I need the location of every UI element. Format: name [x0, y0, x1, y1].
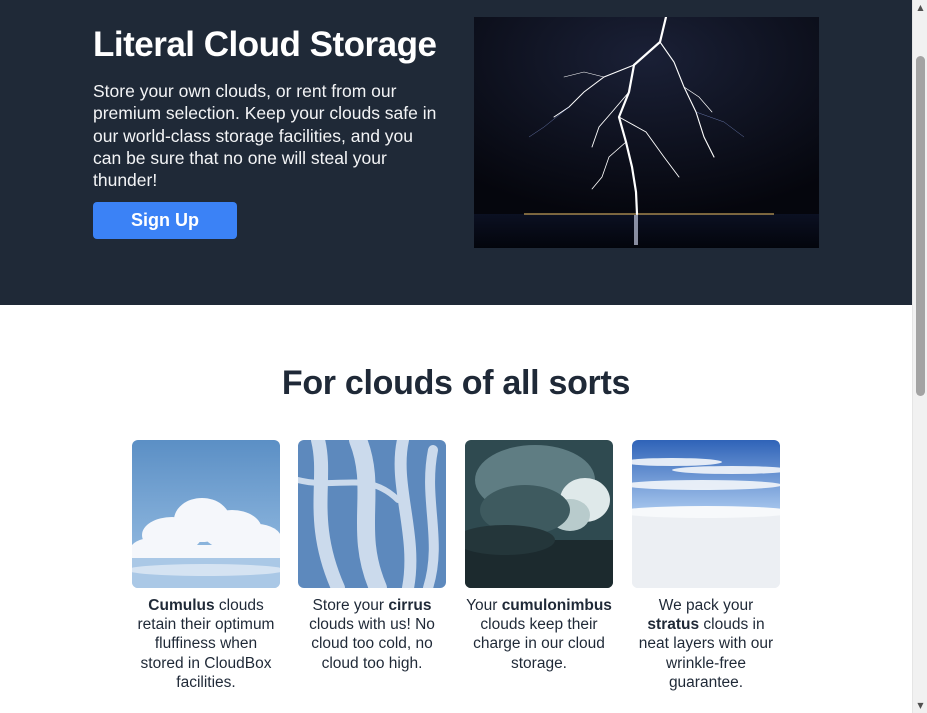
- card-stratus: We pack your stratus clouds in neat laye…: [632, 440, 780, 692]
- signup-button[interactable]: Sign Up: [93, 202, 237, 239]
- scroll-up-arrow-icon[interactable]: ▲: [913, 0, 927, 15]
- hero-section: Literal Cloud Storage Store your own clo…: [0, 0, 912, 305]
- card-stratus-text: We pack your stratus clouds in neat laye…: [638, 597, 774, 691]
- cirrus-clouds-image: [298, 440, 446, 588]
- card-cirrus: Store your cirrus clouds with us! No clo…: [298, 440, 446, 673]
- hero-title: Literal Cloud Storage: [93, 25, 437, 64]
- hero-image-lightning: [474, 17, 819, 248]
- cumulonimbus-clouds-image: [465, 440, 613, 588]
- hero-description: Store your own clouds, or rent from our …: [93, 81, 437, 191]
- scrollbar-thumb[interactable]: [916, 56, 925, 396]
- card-cumulonimbus-text: Your cumulonimbus clouds keep their char…: [466, 597, 612, 672]
- section-title: For clouds of all sorts: [281, 364, 631, 402]
- card-cumulus-text: Cumulus clouds retain their optimum fluf…: [137, 597, 275, 691]
- page: Literal Cloud Storage Store your own clo…: [0, 0, 912, 713]
- cumulus-clouds-image: [132, 440, 280, 588]
- vertical-scrollbar[interactable]: ▲ ▼: [912, 0, 927, 713]
- card-cumulus: Cumulus clouds retain their optimum fluf…: [132, 440, 280, 692]
- scroll-down-arrow-icon[interactable]: ▼: [913, 698, 927, 713]
- card-cumulonimbus: Your cumulonimbus clouds keep their char…: [465, 440, 613, 673]
- card-cirrus-text: Store your cirrus clouds with us! No clo…: [309, 597, 435, 672]
- stratus-clouds-image: [632, 440, 780, 588]
